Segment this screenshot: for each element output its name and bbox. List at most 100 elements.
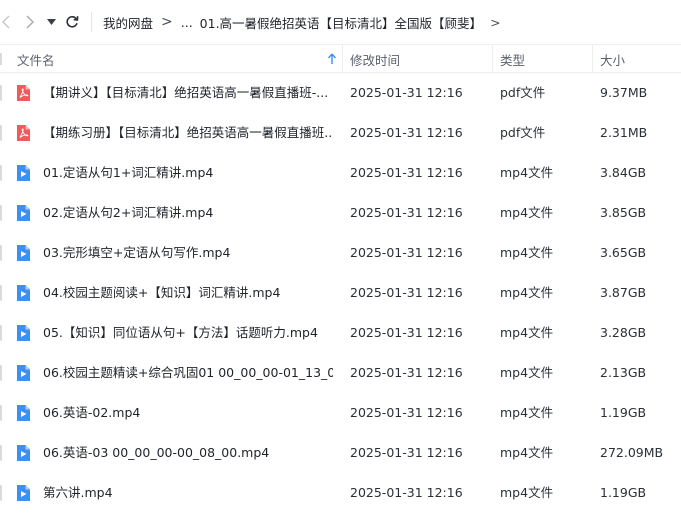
file-name[interactable]: 06.英语-02.mp4 xyxy=(43,393,333,433)
file-row[interactable]: 【期讲义】【目标清北】绝招英语高一暑假直播班-... 2025-01-31 12… xyxy=(0,73,681,113)
file-modified-time: 2025-01-31 12:16 xyxy=(350,165,463,180)
file-modified-time: 2025-01-31 12:16 xyxy=(350,485,463,500)
file-name[interactable]: 04.校园主题阅读+【知识】词汇精讲.mp4 xyxy=(43,273,333,313)
file-name[interactable]: 03.完形填空+定语从句写作.mp4 xyxy=(43,233,333,273)
file-type: mp4文件 xyxy=(500,485,554,500)
column-divider[interactable] xyxy=(492,45,493,73)
file-name[interactable]: 06.校园主题精读+综合巩固01 00_00_00-01_13_00.... xyxy=(43,353,333,393)
breadcrumb-current[interactable]: 01.高一暑假绝招英语【目标清北】全国版【顾斐】 xyxy=(200,13,482,32)
file-modified-time: 2025-01-31 12:16 xyxy=(350,405,463,420)
file-modified-time: 2025-01-31 12:16 xyxy=(350,285,463,300)
column-divider[interactable] xyxy=(592,45,593,73)
file-type: mp4文件 xyxy=(500,325,554,340)
file-type: mp4文件 xyxy=(500,165,554,180)
pdf-icon xyxy=(14,84,32,102)
file-name[interactable]: 【期讲义】【目标清北】绝招英语高一暑假直播班-... xyxy=(43,73,333,113)
file-type: mp4文件 xyxy=(500,405,554,420)
row-checkbox[interactable] xyxy=(0,85,2,101)
file-modified-time: 2025-01-31 12:16 xyxy=(350,125,463,140)
column-header-name[interactable]: 文件名 xyxy=(17,45,342,73)
breadcrumb-expand[interactable]: > xyxy=(490,15,500,30)
row-checkbox[interactable] xyxy=(0,485,2,501)
file-size: 3.87GB xyxy=(600,285,647,300)
column-header-modified[interactable]: 修改时间 xyxy=(350,45,400,73)
breadcrumb-overflow[interactable]: ... xyxy=(181,15,193,30)
row-checkbox[interactable] xyxy=(0,405,2,421)
row-checkbox[interactable] xyxy=(0,165,2,181)
chevron-left-icon xyxy=(1,15,10,29)
file-row[interactable]: 【期练习册】【目标清北】绝招英语高一暑假直播班... 2025-01-31 12… xyxy=(0,113,681,153)
refresh-icon xyxy=(66,15,79,28)
file-size: 3.28GB xyxy=(600,325,647,340)
column-header: 文件名 修改时间 类型 大小 xyxy=(0,44,681,73)
file-type: pdf文件 xyxy=(500,85,546,100)
file-size: 1.19GB xyxy=(600,405,647,420)
video-icon xyxy=(14,164,32,182)
file-type: mp4文件 xyxy=(500,365,554,380)
video-icon xyxy=(14,404,32,422)
breadcrumb-separator: > xyxy=(161,14,173,30)
video-icon xyxy=(14,364,32,382)
breadcrumb-root[interactable]: 我的网盘 xyxy=(103,13,153,32)
file-modified-time: 2025-01-31 12:16 xyxy=(350,365,463,380)
row-checkbox[interactable] xyxy=(0,445,2,461)
row-checkbox[interactable] xyxy=(0,365,2,381)
file-type: mp4文件 xyxy=(500,445,554,460)
file-size: 3.84GB xyxy=(600,165,647,180)
row-checkbox[interactable] xyxy=(0,125,2,141)
select-all-checkbox[interactable] xyxy=(0,53,2,65)
forward-button[interactable] xyxy=(20,11,38,33)
column-divider[interactable] xyxy=(342,45,343,73)
file-row[interactable]: 04.校园主题阅读+【知识】词汇精讲.mp4 2025-01-31 12:16 … xyxy=(0,273,681,313)
video-icon xyxy=(14,324,32,342)
file-size: 272.09MB xyxy=(600,445,664,460)
video-icon xyxy=(14,284,32,302)
sort-ascending-icon[interactable] xyxy=(327,53,337,65)
file-size: 3.85GB xyxy=(600,205,647,220)
file-name[interactable]: 第六讲.mp4 xyxy=(43,473,333,513)
file-name[interactable]: 02.定语从句2+词汇精讲.mp4 xyxy=(43,193,333,233)
file-row[interactable]: 01.定语从句1+词汇精讲.mp4 2025-01-31 12:16 mp4文件… xyxy=(0,153,681,193)
column-header-size[interactable]: 大小 xyxy=(600,45,625,73)
pdf-icon xyxy=(14,124,32,142)
file-modified-time: 2025-01-31 12:16 xyxy=(350,325,463,340)
file-name[interactable]: 06.英语-03 00_00_00-00_08_00.mp4 xyxy=(43,433,333,473)
toolbar-divider xyxy=(91,12,92,32)
file-row[interactable]: 06.英语-03 00_00_00-00_08_00.mp4 2025-01-3… xyxy=(0,433,681,473)
video-icon xyxy=(14,484,32,502)
file-type: mp4文件 xyxy=(500,285,554,300)
row-checkbox[interactable] xyxy=(0,245,2,261)
file-size: 1.19GB xyxy=(600,485,647,500)
history-dropdown-button[interactable] xyxy=(44,11,58,33)
back-button[interactable] xyxy=(0,11,12,33)
video-icon xyxy=(14,204,32,222)
file-size: 2.13GB xyxy=(600,365,647,380)
file-row[interactable]: 02.定语从句2+词汇精讲.mp4 2025-01-31 12:16 mp4文件… xyxy=(0,193,681,233)
file-row[interactable]: 第六讲.mp4 2025-01-31 12:16 mp4文件 1.19GB xyxy=(0,473,681,513)
file-size: 3.65GB xyxy=(600,245,647,260)
navigation-bar: 我的网盘 > ... 01.高一暑假绝招英语【目标清北】全国版【顾斐】 > xyxy=(0,0,681,44)
video-icon xyxy=(14,444,32,462)
file-name[interactable]: 01.定语从句1+词汇精讲.mp4 xyxy=(43,153,333,193)
file-row[interactable]: 06.校园主题精读+综合巩固01 00_00_00-01_13_00.... 2… xyxy=(0,353,681,393)
file-row[interactable]: 03.完形填空+定语从句写作.mp4 2025-01-31 12:16 mp4文… xyxy=(0,233,681,273)
column-header-type[interactable]: 类型 xyxy=(500,45,525,73)
row-checkbox[interactable] xyxy=(0,205,2,221)
file-size: 2.31MB xyxy=(600,125,648,140)
file-name[interactable]: 【期练习册】【目标清北】绝招英语高一暑假直播班... xyxy=(43,113,333,153)
video-icon xyxy=(14,244,32,262)
file-row[interactable]: 06.英语-02.mp4 2025-01-31 12:16 mp4文件 1.19… xyxy=(0,393,681,433)
row-checkbox[interactable] xyxy=(0,325,2,341)
file-type: mp4文件 xyxy=(500,245,554,260)
refresh-button[interactable] xyxy=(63,11,81,33)
file-modified-time: 2025-01-31 12:16 xyxy=(350,85,463,100)
file-row[interactable]: 05.【知识】同位语从句+【方法】话题听力.mp4 2025-01-31 12:… xyxy=(0,313,681,353)
file-size: 9.37MB xyxy=(600,85,648,100)
file-name[interactable]: 05.【知识】同位语从句+【方法】话题听力.mp4 xyxy=(43,313,333,353)
file-modified-time: 2025-01-31 12:16 xyxy=(350,445,463,460)
file-modified-time: 2025-01-31 12:16 xyxy=(350,245,463,260)
file-modified-time: 2025-01-31 12:16 xyxy=(350,205,463,220)
row-checkbox[interactable] xyxy=(0,285,2,301)
file-type: mp4文件 xyxy=(500,205,554,220)
chevron-right-icon xyxy=(25,15,34,29)
